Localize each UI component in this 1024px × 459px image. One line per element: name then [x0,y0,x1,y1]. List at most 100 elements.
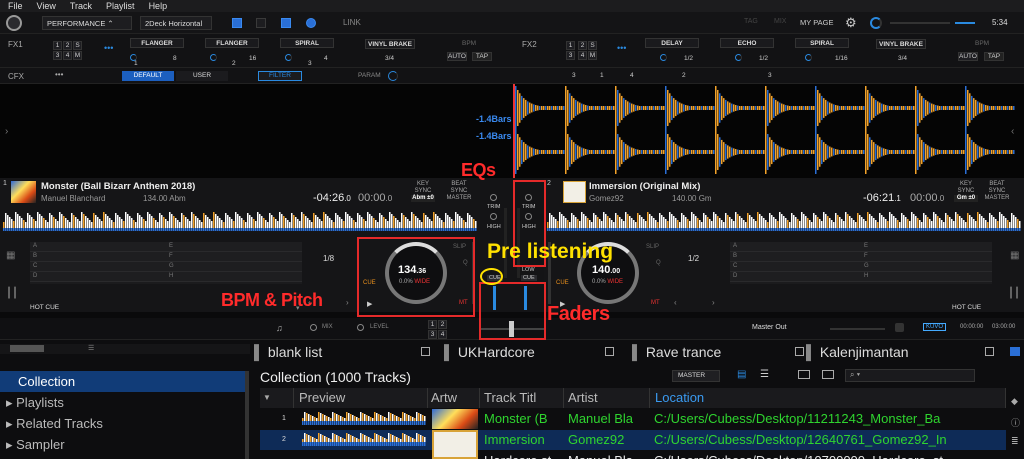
deck2-pad-h[interactable]: H [861,272,992,282]
sidebar-toggle-icon[interactable] [10,345,44,352]
fx2-knob-1[interactable] [660,54,667,61]
table-menu-icon[interactable]: ▼ [260,388,274,408]
deck1-hot-cue-label[interactable]: HOT CUE [30,304,59,311]
fx2-effect-1[interactable]: DELAY [645,38,699,48]
column-artist[interactable]: Artist [564,388,650,408]
fx1-auto-button[interactable]: AUTO [447,52,467,61]
fx-panel-icon[interactable] [232,18,242,28]
fx1-effect-1[interactable]: FLANGER [130,38,184,48]
deck2-pad-g[interactable]: G [861,262,992,272]
tab-kalenjimantan-close-icon[interactable] [985,347,994,356]
deck1-bars-icon[interactable]: ┃┃ [6,288,18,299]
mixer-ch2-cue-button[interactable]: CUE [521,275,537,281]
mixer-ch1-trim-knob[interactable] [490,194,497,201]
cfx-assign-4[interactable]: 4 [438,330,447,339]
cfx-assign-3[interactable]: 3 [428,330,437,339]
column-preview[interactable]: Preview [294,388,428,408]
master-select[interactable]: MASTER [672,370,720,382]
tab-ukhardcore-close-icon[interactable] [605,347,614,356]
record-icon[interactable] [306,18,316,28]
cfx-filter-button[interactable]: FILTER [258,71,302,81]
volume-slider[interactable] [890,22,950,24]
tag-button[interactable]: TAG [744,18,758,25]
subpanel-icon[interactable] [822,370,834,379]
fx1-s[interactable]: S [73,41,82,50]
menu-track[interactable]: Track [70,1,92,11]
tag-side-icon[interactable]: ◆ [1011,396,1018,407]
deck2-key-sync[interactable]: KEY SYNC Gm ±0 [954,181,978,202]
fx2-ch2[interactable]: 2 [578,41,587,50]
mixer-icon[interactable] [281,18,291,28]
deck1-loop-length[interactable]: 1/8 [323,254,334,263]
fx1-ch1[interactable]: 1 [53,41,62,50]
fx1-ch4[interactable]: 4 [63,51,72,60]
fx2-brake-select[interactable]: VINYL BRAKE [876,39,926,49]
fx1-ch2[interactable]: 2 [63,41,72,50]
deck2-bars-icon[interactable]: ┃┃ [1008,288,1020,299]
search-input[interactable]: ⌕ ▾ [845,369,975,382]
fx2-m[interactable]: M [588,51,597,60]
sidebar-list-icon[interactable]: ☰ [88,344,94,352]
fx1-tap-button[interactable]: TAP [472,52,492,61]
deck2-pad-e[interactable]: E [861,242,992,252]
cfx-menu-icon[interactable]: ••• [55,70,63,79]
tab-blank-list-close-icon[interactable] [421,347,430,356]
deck2-loop-length[interactable]: 1/2 [688,254,699,263]
deck1-key-sync[interactable]: KEY SYNC Abm ±0 [411,181,435,202]
fx2-ch3[interactable]: 3 [566,51,575,60]
sidebar-item-related-tracks[interactable]: ▸ Related Tracks [0,413,250,434]
deck1-pad-d[interactable]: D [30,272,166,282]
column-artwork[interactable]: Artw [428,388,480,408]
cfx-param-knob[interactable] [388,71,398,81]
fx1-m[interactable]: M [73,51,82,60]
menu-playlist[interactable]: Playlist [106,1,135,11]
deck2-loop-next-icon[interactable]: › [712,298,715,307]
deck2-grid-icon[interactable]: ▦ [1010,250,1019,261]
deck2-slip-label[interactable]: SLIP [646,244,659,250]
deck2-pad-b[interactable]: B [730,252,861,262]
waveform-area[interactable]: › ‹ -1.4Bars -1.4Bars [0,84,1024,178]
menu-file[interactable]: File [8,1,23,11]
waveform-left-arrow-icon[interactable]: › [5,126,8,137]
tab-blank-list[interactable]: ▌ blank list [254,341,439,364]
fx1-menu-icon[interactable]: ••• [104,43,113,53]
grid-icon[interactable] [256,18,266,28]
tab-rave-trance[interactable]: ▌ Rave trance [632,341,812,364]
cfx-default-button[interactable]: DEFAULT [122,71,174,81]
split-view-icon[interactable] [798,370,810,379]
tab-ukhardcore[interactable]: ▌ UKHardcore [444,341,624,364]
rekordbox-logo-icon[interactable] [6,15,22,31]
menu-view[interactable]: View [37,1,56,11]
deck2-q-label[interactable]: Q [656,260,661,266]
deck2-beat-sync[interactable]: BEAT SYNC MASTER [984,181,1010,202]
info-side-icon[interactable]: ⓘ [1011,416,1020,429]
fx2-ch4[interactable]: 4 [578,51,587,60]
deck1-pad-h[interactable]: H [166,272,302,282]
kuvo-button[interactable]: KUVO [923,323,947,331]
master-volume-knob[interactable] [870,17,882,29]
deck1-pad-b[interactable]: B [30,252,166,262]
fx1-knob-3[interactable] [285,54,292,61]
deck2-pad-c[interactable]: C [730,262,861,272]
fx2-knob-3[interactable] [805,54,812,61]
deck2-pad-d[interactable]: D [730,272,861,282]
headphone-level-knob[interactable] [357,324,364,331]
sidebar-item-collection[interactable]: Collection [0,371,245,392]
fx1-knob-2[interactable] [210,54,217,61]
fx1-ch3[interactable]: 3 [53,51,62,60]
tab-rave-trance-close-icon[interactable] [795,347,804,356]
deck2-loop-prev-icon[interactable]: ‹ [674,298,677,307]
deck1-pad-f[interactable]: F [166,252,302,262]
fx2-ch1[interactable]: 1 [566,41,575,50]
fx2-s[interactable]: S [588,41,597,50]
deck2-cue-button[interactable]: CUE [556,280,569,286]
menu-help[interactable]: Help [149,1,168,11]
master-out-select[interactable]: Master Out [752,324,787,331]
fx2-menu-icon[interactable]: ••• [617,43,626,53]
mix-button[interactable]: MIX [774,18,786,25]
sidebar-scrollbar[interactable] [245,371,249,459]
view-grid-icon[interactable]: ▤ [737,369,746,380]
fx1-effect-3[interactable]: SPIRAL [280,38,334,48]
mixer-ch1-high-knob[interactable] [490,213,497,220]
fx2-effect-3[interactable]: SPIRAL [795,38,849,48]
